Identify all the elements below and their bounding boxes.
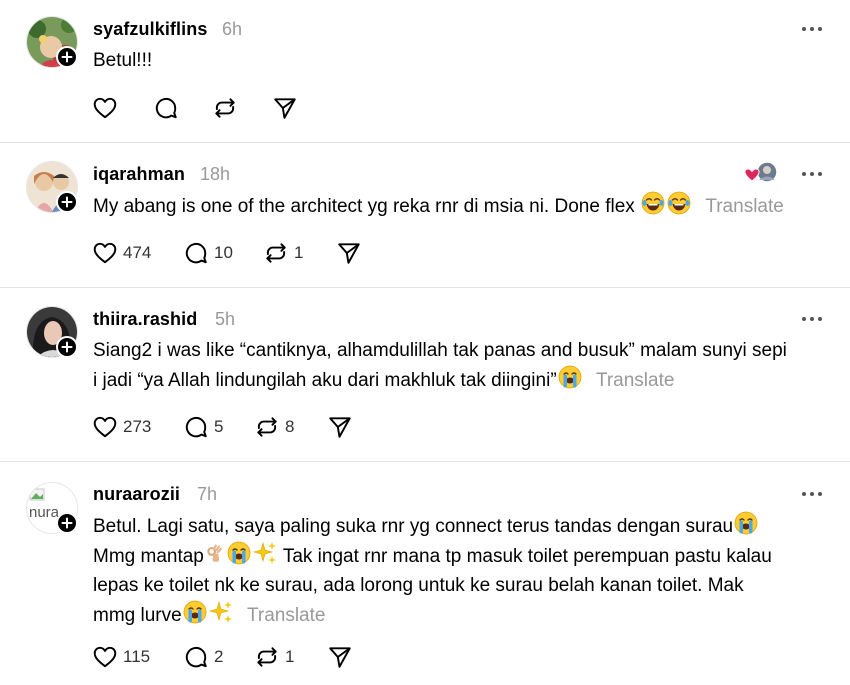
share-icon <box>336 240 362 266</box>
joy-emoji-icon <box>641 191 665 215</box>
like-button[interactable]: 474 <box>92 238 151 268</box>
post-text-content: My abang is one of the architect yg reka… <box>93 196 635 217</box>
avatar-alt-text: nura <box>29 504 60 521</box>
share-icon <box>327 644 353 670</box>
sparkles-emoji-icon <box>253 541 277 565</box>
follow-plus-icon[interactable] <box>56 191 78 213</box>
heart-icon <box>92 95 118 121</box>
reply-button[interactable]: 10 <box>183 238 233 268</box>
username[interactable]: thiira.rashid <box>93 309 197 330</box>
avatar[interactable] <box>26 306 78 358</box>
reply-button[interactable]: 5 <box>183 412 223 442</box>
like-count: 474 <box>123 243 152 262</box>
follow-plus-icon[interactable] <box>56 512 78 534</box>
repost-icon <box>254 414 280 440</box>
post-text: My abang is one of the architect yg reka… <box>93 191 828 221</box>
translate-link[interactable]: Translate <box>705 196 784 217</box>
reply-icon <box>153 95 179 121</box>
post-text: Betul!!! <box>93 46 828 75</box>
post-time: 18h <box>200 164 231 184</box>
avatar[interactable] <box>26 16 78 68</box>
sob-emoji-icon <box>558 365 582 389</box>
more-options-icon[interactable] <box>801 25 823 33</box>
sob-emoji-icon <box>183 600 207 624</box>
share-button[interactable] <box>327 642 353 672</box>
reply-button[interactable]: 2 <box>183 642 223 672</box>
post-time: 7h <box>197 484 218 504</box>
like-button[interactable]: 273 <box>92 412 151 442</box>
post-time: 5h <box>215 309 236 329</box>
reply-icon <box>183 644 209 670</box>
repost-button[interactable]: 1 <box>254 642 294 672</box>
post-text-line: Siang2 i was like “cantiknya, alhamdulil… <box>93 340 787 361</box>
share-button[interactable] <box>327 412 353 442</box>
repost-icon <box>212 95 238 121</box>
joy-emoji-icon <box>667 191 691 215</box>
share-icon <box>272 95 298 121</box>
post-text-line: lepas ke toilet nk ke surau, ada lorong … <box>93 575 744 596</box>
username[interactable]: nuraarozii <box>93 484 180 505</box>
heart-icon <box>92 240 118 266</box>
repost-button[interactable]: 8 <box>254 412 294 442</box>
sob-emoji-icon <box>734 511 758 535</box>
reply-count: 5 <box>214 417 224 436</box>
follow-plus-icon[interactable] <box>56 336 78 358</box>
post-time: 6h <box>222 19 243 39</box>
repost-button[interactable] <box>212 93 238 123</box>
share-icon <box>327 414 353 440</box>
sob-emoji-icon <box>227 541 251 565</box>
post-text-content: Betul!!! <box>93 50 153 71</box>
post-text-line: i jadi “ya Allah lindungilah aku dari ma… <box>93 370 557 391</box>
reply-icon <box>183 414 209 440</box>
avatar[interactable]: nura <box>26 482 78 534</box>
post-text: Betul. Lagi satu, saya paling suka rnr y… <box>93 511 828 630</box>
heart-icon <box>92 644 118 670</box>
more-options-icon[interactable] <box>801 315 823 323</box>
thread-post: thiira.rashid 5h Siang2 i was like “cant… <box>0 288 850 461</box>
repost-count: 1 <box>294 243 304 262</box>
heart-icon <box>92 414 118 440</box>
follow-plus-icon[interactable] <box>56 46 78 68</box>
post-text-line: mmg lurve <box>93 605 182 626</box>
repost-count: 8 <box>285 417 295 436</box>
username[interactable]: iqarahman <box>93 164 185 185</box>
username[interactable]: syafzulkiflins <box>93 19 207 40</box>
translate-link[interactable]: Translate <box>247 605 326 626</box>
translate-link[interactable]: Translate <box>596 370 675 391</box>
thread-post: nura nuraarozii 7h Betul. Lagi satu, say… <box>0 462 850 685</box>
thread-post: iqarahman 18h My abang is one of the arc… <box>0 143 850 287</box>
like-count: 273 <box>123 417 152 436</box>
post-text-line: Tak ingat rnr mana tp masuk toilet perem… <box>282 546 772 567</box>
repost-count: 1 <box>285 647 295 666</box>
post-text-line: Betul. Lagi satu, saya paling suka rnr y… <box>93 516 734 537</box>
repost-icon <box>263 240 289 266</box>
more-options-icon[interactable] <box>801 490 823 498</box>
post-text: Siang2 i was like “cantiknya, alhamdulil… <box>93 336 828 395</box>
avatar[interactable] <box>26 161 78 213</box>
share-button[interactable] <box>336 238 362 268</box>
repost-icon <box>254 644 280 670</box>
like-button[interactable] <box>92 93 118 123</box>
like-button[interactable]: 115 <box>92 642 150 672</box>
sparkles-emoji-icon <box>209 600 233 624</box>
reply-count: 2 <box>214 647 224 666</box>
share-button[interactable] <box>272 93 298 123</box>
like-count: 115 <box>123 647 151 666</box>
reply-button[interactable] <box>153 93 179 123</box>
reply-count: 10 <box>214 243 233 262</box>
ok-hand-emoji-icon <box>205 543 225 565</box>
thread-post: syafzulkiflins 6h Betul!!! <box>0 0 850 142</box>
reply-icon <box>183 240 209 266</box>
repost-button[interactable]: 1 <box>263 238 303 268</box>
liked-by-avatar[interactable] <box>744 161 779 185</box>
post-text-line: Mmg mantap <box>93 546 204 567</box>
more-options-icon[interactable] <box>801 170 823 178</box>
